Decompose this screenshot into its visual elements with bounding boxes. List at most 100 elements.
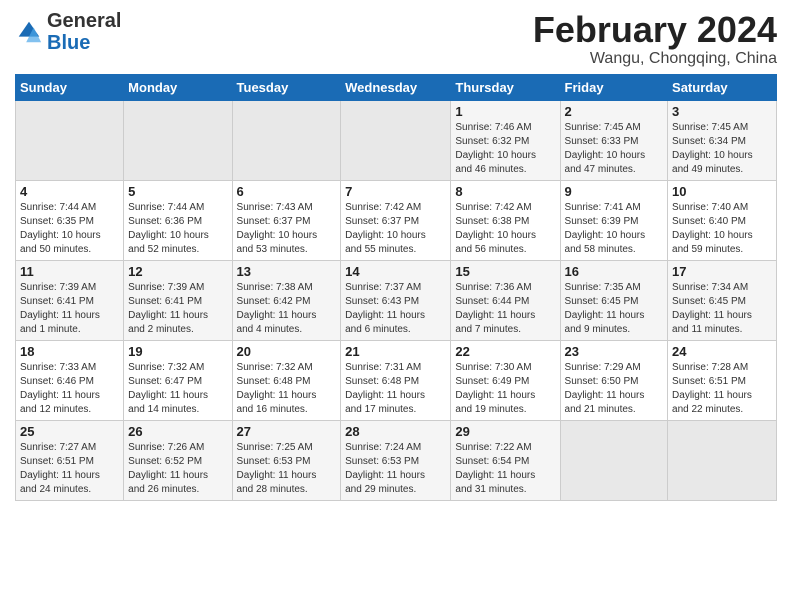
calendar-cell: 6Sunrise: 7:43 AM Sunset: 6:37 PM Daylig… <box>232 180 341 260</box>
day-info: Sunrise: 7:35 AM Sunset: 6:45 PM Dayligh… <box>565 281 664 337</box>
calendar-cell: 2Sunrise: 7:45 AM Sunset: 6:33 PM Daylig… <box>560 100 668 180</box>
weekday-row: SundayMondayTuesdayWednesdayThursdayFrid… <box>16 74 777 100</box>
calendar-week-row: 11 Sunrise: 7:39 AM Sunset: 6:41 PM Dayli… <box>16 260 777 340</box>
day-info: Sunrise: 7:46 AM Sunset: 6:32 PM Dayligh… <box>455 121 555 177</box>
weekday-header: Saturday <box>668 74 777 100</box>
day-number: 21 <box>345 344 446 359</box>
day-info: Sunrise: 7:37 AM Sunset: 6:43 PM Dayligh… <box>345 281 446 337</box>
day-info: Sunrise: 7:41 AM Sunset: 6:39 PM Dayligh… <box>565 201 664 257</box>
day-number: 7 <box>345 184 446 199</box>
calendar-week-row: 1 Sunrise: 7:46 AM Sunset: 6:32 PM Daylig… <box>16 100 777 180</box>
day-number: 24 <box>672 344 772 359</box>
calendar-cell: 1 Sunrise: 7:46 AM Sunset: 6:32 PM Daylig… <box>451 100 560 180</box>
calendar-cell: 10 Sunrise: 7:40 AM Sunset: 6:40 PM Dayli… <box>668 180 777 260</box>
day-info: Sunrise: 7:44 AM Sunset: 6:36 PM Dayligh… <box>128 201 227 257</box>
page: General Blue February 2024 Wangu, Chongq… <box>0 0 792 612</box>
title-block: February 2024 Wangu, Chongqing, China <box>533 10 777 68</box>
day-number: 22 <box>455 344 555 359</box>
calendar-cell: 5 Sunrise: 7:44 AM Sunset: 6:36 PM Daylig… <box>124 180 232 260</box>
calendar-cell: 19Sunrise: 7:32 AM Sunset: 6:47 PM Dayli… <box>124 340 232 420</box>
day-info: Sunrise: 7:42 AM Sunset: 6:37 PM Dayligh… <box>345 201 446 257</box>
calendar-cell: 22 Sunrise: 7:30 AM Sunset: 6:49 PM Dayli… <box>451 340 560 420</box>
day-number: 19 <box>128 344 227 359</box>
calendar-week-row: 25 Sunrise: 7:27 AM Sunset: 6:51 PM Dayli… <box>16 420 777 500</box>
day-number: 20 <box>237 344 337 359</box>
day-info: Sunrise: 7:40 AM Sunset: 6:40 PM Dayligh… <box>672 201 772 257</box>
calendar-cell: 11 Sunrise: 7:39 AM Sunset: 6:41 PM Dayli… <box>16 260 124 340</box>
day-info: Sunrise: 7:27 AM Sunset: 6:51 PM Dayligh… <box>20 441 119 497</box>
weekday-header: Sunday <box>16 74 124 100</box>
day-number: 10 <box>672 184 772 199</box>
subtitle: Wangu, Chongqing, China <box>533 50 777 68</box>
calendar-cell: 14 Sunrise: 7:37 AM Sunset: 6:43 PM Dayli… <box>341 260 451 340</box>
day-info: Sunrise: 7:33 AM Sunset: 6:46 PM Dayligh… <box>20 361 119 417</box>
calendar-cell: 3 Sunrise: 7:45 AM Sunset: 6:34 PM Daylig… <box>668 100 777 180</box>
calendar-cell <box>232 100 341 180</box>
calendar-cell: 16 Sunrise: 7:35 AM Sunset: 6:45 PM Dayli… <box>560 260 668 340</box>
day-number: 1 <box>455 104 555 119</box>
day-info: Sunrise: 7:39 AM Sunset: 6:41 PM Dayligh… <box>128 281 227 337</box>
day-info: Sunrise: 7:39 AM Sunset: 6:41 PM Dayligh… <box>20 281 119 337</box>
day-info: Sunrise: 7:28 AM Sunset: 6:51 PM Dayligh… <box>672 361 772 417</box>
day-number: 17 <box>672 264 772 279</box>
calendar-cell: 12 Sunrise: 7:39 AM Sunset: 6:41 PM Dayli… <box>124 260 232 340</box>
weekday-header: Monday <box>124 74 232 100</box>
day-number: 15 <box>455 264 555 279</box>
logo-icon <box>15 18 43 46</box>
day-number: 16 <box>565 264 664 279</box>
calendar-cell: 23Sunrise: 7:29 AM Sunset: 6:50 PM Dayli… <box>560 340 668 420</box>
day-info: Sunrise: 7:42 AM Sunset: 6:38 PM Dayligh… <box>455 201 555 257</box>
day-number: 28 <box>345 424 446 439</box>
weekday-header: Friday <box>560 74 668 100</box>
calendar-cell: 21 Sunrise: 7:31 AM Sunset: 6:48 PM Dayli… <box>341 340 451 420</box>
day-number: 14 <box>345 264 446 279</box>
calendar-cell: 25 Sunrise: 7:27 AM Sunset: 6:51 PM Dayli… <box>16 420 124 500</box>
main-title: February 2024 <box>533 10 777 50</box>
calendar-cell <box>668 420 777 500</box>
day-number: 18 <box>20 344 119 359</box>
calendar-head: SundayMondayTuesdayWednesdayThursdayFrid… <box>16 74 777 100</box>
day-number: 29 <box>455 424 555 439</box>
calendar-cell: 17 Sunrise: 7:34 AM Sunset: 6:45 PM Dayli… <box>668 260 777 340</box>
day-number: 25 <box>20 424 119 439</box>
day-info: Sunrise: 7:22 AM Sunset: 6:54 PM Dayligh… <box>455 441 555 497</box>
day-number: 12 <box>128 264 227 279</box>
calendar-body: 1 Sunrise: 7:46 AM Sunset: 6:32 PM Daylig… <box>16 100 777 500</box>
day-number: 3 <box>672 104 772 119</box>
logo: General Blue <box>15 10 121 54</box>
calendar-cell: 29 Sunrise: 7:22 AM Sunset: 6:54 PM Dayli… <box>451 420 560 500</box>
logo-general: General <box>47 10 121 32</box>
calendar: SundayMondayTuesdayWednesdayThursdayFrid… <box>15 74 777 501</box>
calendar-cell <box>124 100 232 180</box>
calendar-cell: 4 Sunrise: 7:44 AM Sunset: 6:35 PM Daylig… <box>16 180 124 260</box>
day-number: 4 <box>20 184 119 199</box>
weekday-header: Tuesday <box>232 74 341 100</box>
day-number: 26 <box>128 424 227 439</box>
day-info: Sunrise: 7:32 AM Sunset: 6:48 PM Dayligh… <box>237 361 337 417</box>
day-info: Sunrise: 7:44 AM Sunset: 6:35 PM Dayligh… <box>20 201 119 257</box>
day-info: Sunrise: 7:30 AM Sunset: 6:49 PM Dayligh… <box>455 361 555 417</box>
day-number: 9 <box>565 184 664 199</box>
calendar-week-row: 4 Sunrise: 7:44 AM Sunset: 6:35 PM Daylig… <box>16 180 777 260</box>
logo-blue: Blue <box>47 32 90 54</box>
calendar-cell: 13Sunrise: 7:38 AM Sunset: 6:42 PM Dayli… <box>232 260 341 340</box>
calendar-cell: 18 Sunrise: 7:33 AM Sunset: 6:46 PM Dayli… <box>16 340 124 420</box>
calendar-cell: 20 Sunrise: 7:32 AM Sunset: 6:48 PM Dayli… <box>232 340 341 420</box>
day-info: Sunrise: 7:45 AM Sunset: 6:33 PM Dayligh… <box>565 121 664 177</box>
calendar-cell <box>560 420 668 500</box>
calendar-cell: 24 Sunrise: 7:28 AM Sunset: 6:51 PM Dayli… <box>668 340 777 420</box>
day-info: Sunrise: 7:43 AM Sunset: 6:37 PM Dayligh… <box>237 201 337 257</box>
header: General Blue February 2024 Wangu, Chongq… <box>15 10 777 68</box>
calendar-cell: 27Sunrise: 7:25 AM Sunset: 6:53 PM Dayli… <box>232 420 341 500</box>
calendar-cell <box>341 100 451 180</box>
day-info: Sunrise: 7:38 AM Sunset: 6:42 PM Dayligh… <box>237 281 337 337</box>
weekday-header: Wednesday <box>341 74 451 100</box>
day-number: 5 <box>128 184 227 199</box>
calendar-cell: 9 Sunrise: 7:41 AM Sunset: 6:39 PM Daylig… <box>560 180 668 260</box>
day-info: Sunrise: 7:31 AM Sunset: 6:48 PM Dayligh… <box>345 361 446 417</box>
day-info: Sunrise: 7:45 AM Sunset: 6:34 PM Dayligh… <box>672 121 772 177</box>
day-number: 11 <box>20 264 119 279</box>
day-info: Sunrise: 7:25 AM Sunset: 6:53 PM Dayligh… <box>237 441 337 497</box>
day-info: Sunrise: 7:34 AM Sunset: 6:45 PM Dayligh… <box>672 281 772 337</box>
calendar-cell: 28Sunrise: 7:24 AM Sunset: 6:53 PM Dayli… <box>341 420 451 500</box>
